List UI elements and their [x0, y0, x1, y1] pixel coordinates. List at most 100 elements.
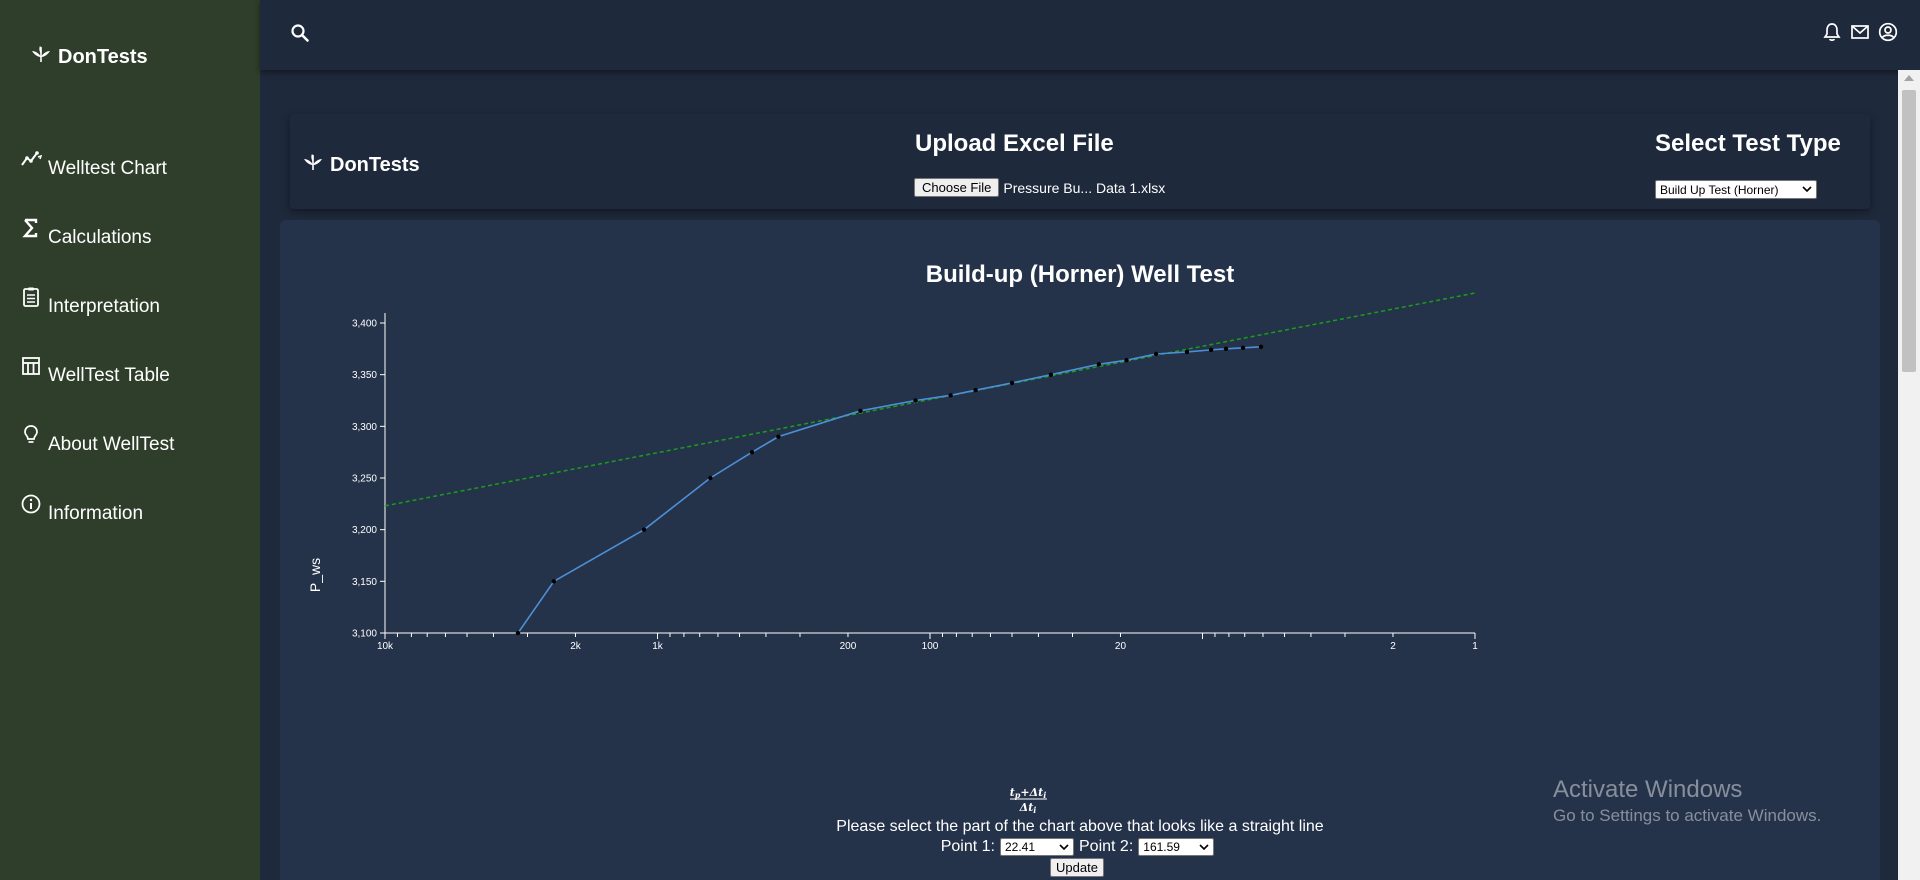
data-point [1096, 362, 1102, 367]
sidebar-item-interpretation[interactable]: Interpretation [20, 287, 174, 357]
file-input[interactable]: Choose File Pressure Bu... Data 1.xlsx [914, 178, 1165, 197]
y-tick-label: 3,350 [352, 370, 377, 381]
y-tick-label: 3,200 [352, 525, 377, 536]
y-tick-label: 3,300 [352, 422, 377, 433]
update-button[interactable]: Update [1050, 858, 1104, 877]
sidebar-item-label: Welltest Chart [48, 158, 167, 179]
chart-axes: 3,100 3,150 3,200 3,250 3,300 3,350 3,400 10k 2k… [352, 313, 1478, 652]
sidebar-item-label: WellTest Table [48, 365, 170, 386]
point1-label: Point 1: [940, 838, 995, 855]
x-tick-label: 2k [570, 641, 582, 652]
data-point [641, 527, 647, 532]
leaf-logo-icon [304, 153, 322, 170]
sidebar-item-label: About WellTest [48, 434, 175, 455]
data-point [776, 434, 781, 439]
leaf-logo-icon [32, 45, 50, 62]
point2-label: Point 2: [1079, 838, 1134, 855]
horner-chart[interactable]: 3,100 3,150 3,200 3,250 3,300 3,350 3,400 10k 2k… [280, 220, 1880, 820]
chevron-down-icon [1802, 186, 1812, 193]
point1-select[interactable]: 22.41 [1000, 838, 1074, 856]
data-point [858, 408, 863, 414]
chevron-down-icon [1059, 843, 1069, 850]
upload-title: Upload Excel File [915, 130, 1114, 157]
page-scrollbar[interactable] [1898, 70, 1920, 880]
x-tick-label: 10k [377, 641, 394, 652]
test-type-selected: Build Up Test (Horner) [1660, 182, 1779, 197]
data-point [1153, 351, 1159, 357]
sidebar-brand[interactable]: DonTests [30, 45, 148, 69]
x-axis-label-formula: tp+Δti Δti [1010, 786, 1047, 815]
watermark-subtitle: Go to Settings to activate Windows. [1553, 806, 1822, 825]
bell-icon[interactable] [1822, 22, 1842, 42]
test-type-title: Select Test Type [1655, 130, 1841, 157]
data-point [708, 475, 713, 481]
watermark-title: Activate Windows [1553, 776, 1743, 803]
test-type-select[interactable]: Build Up Test (Horner) [1655, 180, 1817, 199]
data-point [1124, 358, 1129, 363]
scroll-up-arrow-icon[interactable] [1904, 75, 1914, 81]
data-point [1223, 346, 1229, 352]
data-point [749, 449, 755, 455]
sidebar-item-welltest-chart[interactable]: Welltest Chart [20, 150, 174, 219]
y-axis-label: P_ws [307, 558, 323, 592]
data-point [948, 393, 953, 398]
sidebar-item-information[interactable]: Information [20, 494, 174, 564]
y-tick-label: 3,150 [352, 577, 377, 588]
search-icon[interactable] [290, 23, 310, 43]
data-point [1184, 349, 1190, 355]
y-tick-label: 3,250 [352, 474, 377, 485]
sidebar-item-label: Interpretation [48, 296, 160, 317]
sidebar-item-label: Calculations [48, 227, 152, 248]
sidebar-item-label: Information [48, 503, 144, 524]
data-point [515, 630, 521, 636]
data-point [1240, 345, 1246, 350]
upload-panel: DonTests Upload Excel File Choose File P… [290, 114, 1870, 209]
point2-select[interactable]: 161.59 [1138, 838, 1215, 856]
y-tick-label: 3,100 [352, 629, 377, 640]
choose-file-button[interactable]: Choose File [914, 178, 1000, 197]
point-selection-row: Point 1: 22.41 Point 2: 161.59 [280, 838, 1880, 856]
mail-icon[interactable] [1850, 22, 1870, 42]
sidebar-brand-label: DonTests [58, 46, 148, 68]
table-icon [22, 357, 40, 375]
x-tick-label: 100 [922, 641, 939, 652]
sidebar-item-about-welltest[interactable]: About WellTest [20, 425, 175, 495]
sigma-icon [22, 218, 38, 238]
data-point [1009, 380, 1015, 386]
x-tick-label: 1k [652, 641, 664, 652]
panel-brand-label: DonTests [330, 154, 420, 176]
x-tick-label: 200 [840, 641, 857, 652]
data-points [515, 344, 1264, 636]
sidebar-item-welltest-table[interactable]: WellTest Table [20, 357, 174, 426]
data-point [551, 579, 557, 584]
activate-windows-watermark: Activate Windows Go to Settings to activ… [1553, 776, 1821, 826]
svg-text:Δti: Δti [1019, 801, 1037, 815]
file-name: Pressure Bu... Data 1.xlsx [1003, 179, 1166, 196]
info-icon [21, 494, 41, 514]
scrollbar-thumb[interactable] [1902, 90, 1916, 372]
sidebar-item-calculations[interactable]: Calculations [20, 218, 174, 288]
point2-value: 161.59 [1143, 840, 1180, 854]
topbar-icons [1822, 22, 1898, 42]
data-point [913, 398, 918, 403]
x-tick-label: 2 [1390, 641, 1396, 652]
data-point [973, 387, 978, 393]
sidebar: DonTests Welltest Chart Calculations Int… [0, 0, 260, 880]
chart-line-icon [21, 151, 42, 166]
lightbulb-icon [24, 425, 38, 443]
data-point [1208, 347, 1214, 353]
chevron-down-icon [1199, 843, 1209, 850]
user-icon[interactable] [1878, 22, 1898, 42]
svg-text:tp+Δti: tp+Δti [1010, 786, 1047, 800]
x-tick-label: 1 [1472, 641, 1478, 652]
sidebar-nav: Welltest Chart Calculations Interpretati… [20, 150, 174, 564]
trendline [384, 292, 1476, 507]
topbar [260, 0, 1920, 70]
data-series-line [517, 345, 1262, 634]
y-tick-label: 3,400 [352, 319, 377, 330]
panel-brand: DonTests [302, 153, 420, 177]
x-tick-label: 20 [1115, 641, 1127, 652]
data-point [1048, 372, 1054, 377]
data-point [1258, 344, 1264, 349]
clipboard-icon [23, 287, 39, 307]
